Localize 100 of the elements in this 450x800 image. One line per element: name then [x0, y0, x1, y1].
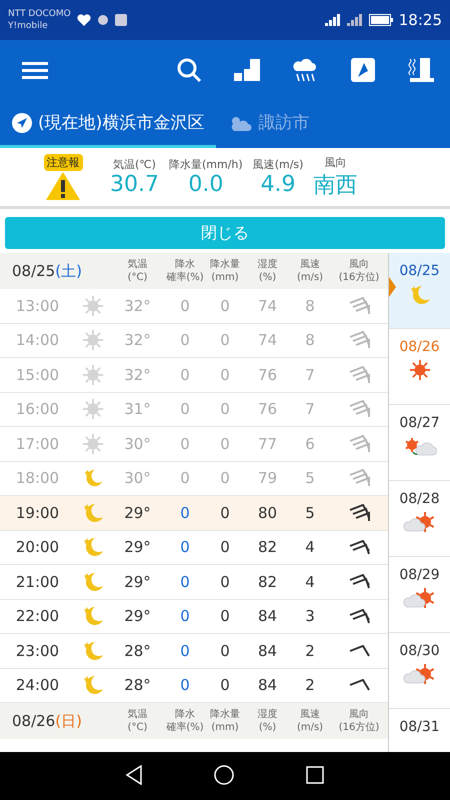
wind-direction-icon [348, 574, 370, 590]
metric-label: 気温(℃) [113, 157, 156, 172]
precip-amount-cell-text: 0 [219, 676, 231, 694]
precip-amount-cell-text: 0 [219, 296, 231, 315]
humidity-cell-text: 84 [256, 642, 278, 660]
precip-chance-cell-text: 0 [179, 572, 191, 591]
wind-speed-cell-text: 4 [304, 572, 316, 591]
heart-rate-icon [76, 14, 91, 26]
metric-label: 降水量(mm/h) [168, 157, 243, 172]
carrier-name: Y!mobile [8, 20, 49, 32]
column-header: 降水 確率(%) [165, 258, 205, 284]
time-cell-text: 22:00 [14, 607, 60, 626]
humidity-cell-text: 84 [256, 607, 278, 626]
time-cell-text: 14:00 [14, 331, 60, 350]
column-header: 気温 (°C) [126, 708, 148, 734]
back-button[interactable] [125, 764, 143, 788]
humidity-cell-text: 82 [256, 572, 278, 591]
column-header: 湿度 (%) [256, 258, 278, 284]
precip-amount-cell-text: 0 [219, 469, 231, 488]
temperature-cell-text: 28° [123, 642, 152, 660]
wind-speed-cell-text: 2 [304, 642, 316, 660]
wind-direction-icon [348, 608, 370, 624]
metric-value: 30.7 [110, 172, 159, 197]
sun-icon [82, 432, 104, 455]
temperature-cell-text: 32° [123, 296, 152, 315]
metric-value: 4.9 [260, 172, 296, 197]
precip-amount-cell-text: 0 [219, 504, 231, 522]
time-cell-text: 24:00 [14, 676, 60, 694]
time-cell-text: 15:00 [14, 366, 60, 384]
time-cell-text: 20:00 [14, 538, 60, 556]
temperature-cell-text: 29° [123, 504, 152, 522]
navigation-icon [12, 112, 32, 132]
metric-label: 風速(m/s) [252, 157, 304, 172]
location-tab[interactable]: (現在地)横浜市金沢区 [0, 100, 216, 148]
precip-amount-cell-text: 0 [219, 434, 231, 453]
temperature-cell-text: 29° [123, 538, 152, 556]
humidity-cell-text: 80 [256, 504, 278, 522]
temperature-cell-text: 32° [123, 331, 152, 350]
time-cell-text: 17:00 [14, 434, 60, 453]
precip-amount-cell-text: 0 [219, 642, 231, 660]
sun-icon [82, 398, 104, 420]
column-header: 湿度 (%) [256, 708, 278, 734]
temperature-cell-text: 28° [123, 676, 152, 694]
wind-speed-cell-text: 5 [304, 469, 316, 488]
time-cell-text: 13:00 [14, 296, 60, 315]
day-item[interactable]: 08/25 [389, 253, 450, 329]
carrier-name: NTT DOCOMO [8, 8, 71, 20]
sun-icon [82, 364, 104, 386]
metric-value: 0.0 [188, 172, 224, 197]
wind-direction-icon [348, 504, 370, 522]
date-label: 08/25(土) [11, 262, 83, 280]
battery-icon [368, 14, 393, 26]
wind-speed-cell-text: 3 [304, 607, 316, 626]
humidity-cell-text: 76 [256, 366, 278, 384]
wind-direction-icon [348, 400, 370, 418]
metric-value: 南西 [313, 172, 358, 200]
column-header: 降水量 (mm) [209, 708, 241, 734]
precip-chance-cell-text: 0 [179, 469, 191, 488]
wind-speed-cell-text: 7 [304, 366, 316, 384]
wind-speed-cell-text: 5 [304, 504, 316, 522]
time-cell-text: 23:00 [14, 642, 60, 660]
precip-chance-cell-text: 0 [179, 331, 191, 350]
wind-speed-cell-text: 6 [304, 434, 316, 453]
wind-direction-icon [348, 434, 370, 453]
column-header: 気温 (°C) [126, 258, 148, 284]
column-header: 風向 (16方位) [338, 708, 380, 734]
precip-chance-cell-text: 0 [179, 296, 191, 315]
wind-direction-icon [348, 540, 370, 555]
precip-amount-cell-text: 0 [219, 538, 231, 556]
precip-amount-cell-text: 0 [219, 607, 231, 626]
wind-speed-cell-text: 8 [304, 296, 316, 315]
humidity-cell-text: 79 [256, 469, 278, 488]
sun-icon [408, 359, 430, 381]
cloud-and-sun-icon [402, 587, 436, 611]
wind-direction-icon [348, 366, 370, 384]
humidity-cell-text: 82 [256, 538, 278, 556]
signal-icon [324, 14, 341, 26]
wind-speed-cell-text: 8 [304, 331, 316, 350]
wind-speed-cell-text: 4 [304, 538, 316, 556]
map-button[interactable] [348, 55, 378, 85]
precip-chance-cell-text: 0 [179, 434, 191, 453]
sun-icon [82, 294, 104, 317]
wind-direction-icon [348, 679, 370, 692]
humidity-cell-text: 84 [256, 676, 278, 694]
selection-pointer [389, 277, 396, 297]
moon-icon [82, 467, 104, 490]
precip-chance-cell-text: 0 [179, 504, 191, 522]
precip-chance-cell-text: 0 [179, 400, 191, 418]
building-button[interactable] [406, 55, 436, 85]
column-header: 風速 (m/s) [296, 258, 324, 284]
wind-direction-icon [348, 296, 370, 315]
metric-label: 風向 [324, 154, 346, 170]
wind-direction-icon [348, 644, 370, 657]
temperature-cell-text: 29° [123, 572, 152, 591]
wind-speed-cell-text: 2 [304, 676, 316, 694]
humidity-cell-text: 77 [256, 434, 278, 453]
column-header: 風速 (m/s) [296, 708, 324, 734]
temperature-cell-text: 30° [123, 434, 152, 453]
precip-amount-cell-text: 0 [219, 331, 231, 350]
clock-time: 18:25 [398, 11, 442, 29]
